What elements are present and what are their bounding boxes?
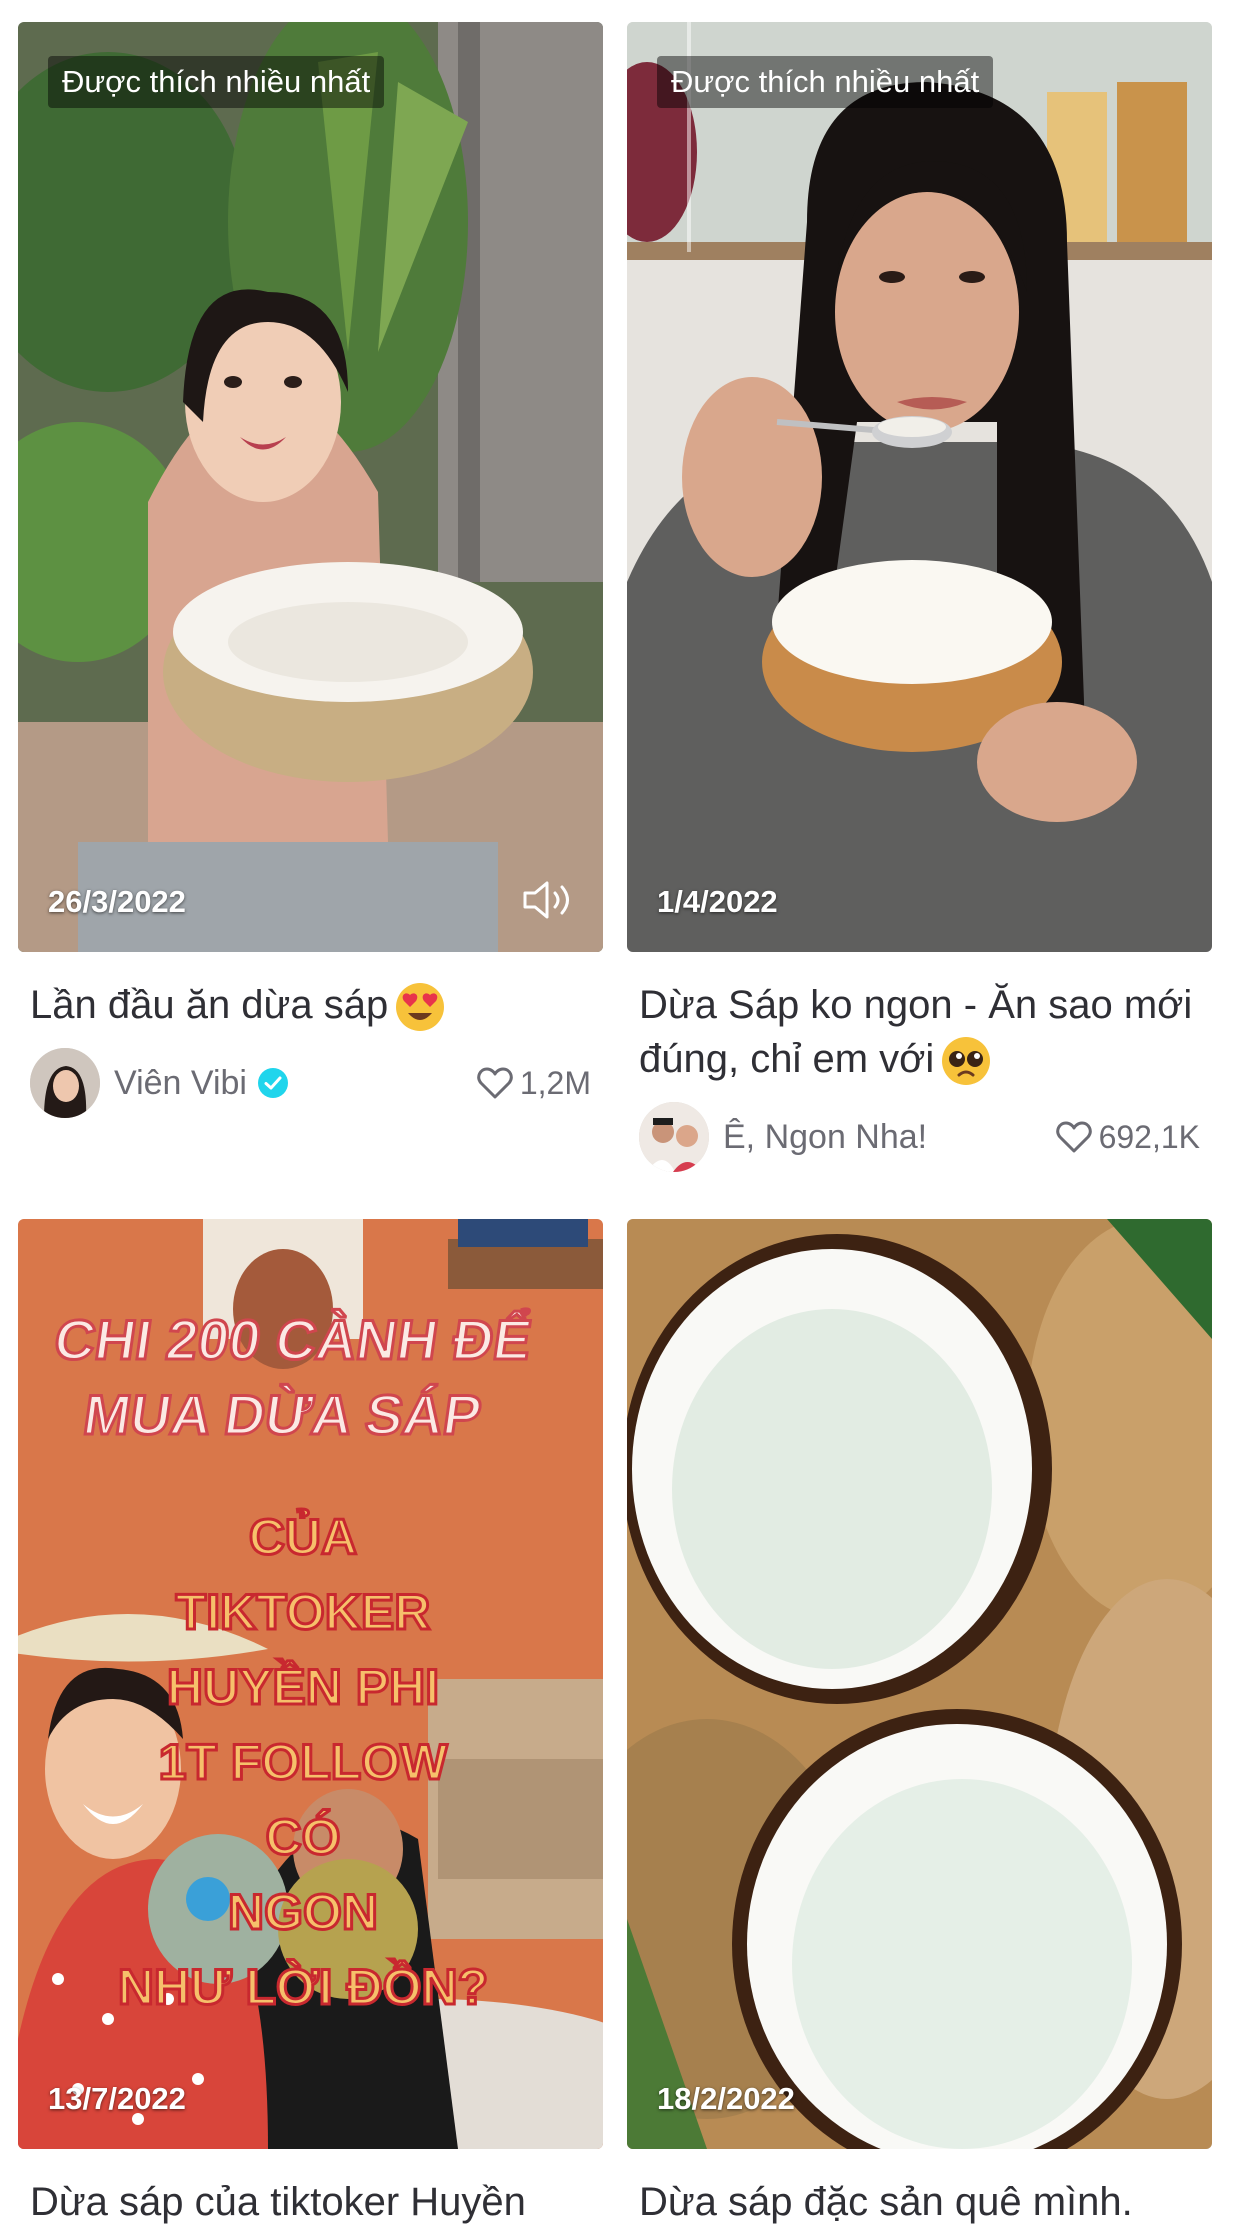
heart-icon xyxy=(477,1067,513,1099)
avatar[interactable] xyxy=(30,1048,100,1119)
video-grid: Được thích nhiều nhất 26/3/2022 Lần đầu … xyxy=(0,0,1236,2224)
pleading-face-emoji-icon xyxy=(942,1037,991,1086)
video-thumbnail-image xyxy=(627,22,1212,952)
svg-text:CỦA: CỦA xyxy=(249,1508,357,1565)
video-date: 1/4/2022 xyxy=(657,884,778,919)
video-date: 13/7/2022 xyxy=(48,2081,186,2116)
author-name[interactable]: Ê, Ngon Nha! xyxy=(723,1118,927,1157)
like-count: 692,1K xyxy=(1055,1119,1200,1156)
video-caption[interactable]: Dừa sáp của tiktoker Huyền xyxy=(30,2175,591,2229)
video-thumbnail-image xyxy=(627,1219,1212,2149)
video-date: 26/3/2022 xyxy=(48,884,186,919)
heart-eyes-emoji-icon xyxy=(396,983,445,1032)
avatar-image xyxy=(639,1102,709,1173)
heart-icon xyxy=(1055,1121,1092,1153)
author-name[interactable]: Viên Vibi xyxy=(114,1064,289,1103)
svg-text:NGON: NGON xyxy=(228,1884,378,1940)
video-thumbnail[interactable]: 18/2/2022 xyxy=(627,1219,1212,2149)
svg-text:HUYỀN PHI: HUYỀN PHI xyxy=(167,1659,439,1715)
like-count-text: 1,2M xyxy=(519,1064,591,1101)
video-thumbnail-image xyxy=(18,22,603,952)
like-count-text: 692,1K xyxy=(1098,1118,1200,1155)
video-card[interactable]: Được thích nhiều nhất 1/4/2022 Dừa Sáp k… xyxy=(627,22,1212,1173)
speaker-icon[interactable] xyxy=(521,878,577,922)
video-thumbnail-image: CHI 200 CÀNH ĐỂ MUA DỪA SÁP CỦA TIKTOKER… xyxy=(18,1219,603,2149)
video-meta: Viên Vibi 1,2M xyxy=(30,1047,591,1119)
video-caption[interactable]: Dừa Sáp ko ngon - Ăn sao mới đúng, chỉ e… xyxy=(639,978,1200,1087)
video-card[interactable]: Được thích nhiều nhất 26/3/2022 Lần đầu … xyxy=(18,22,603,1119)
author-name-text: Viên Vibi xyxy=(114,1063,247,1102)
svg-text:1T FOLLOW: 1T FOLLOW xyxy=(159,1734,449,1790)
video-card[interactable]: 18/2/2022 Dừa sáp đặc sản quê mình. xyxy=(627,1219,1212,2229)
video-thumbnail[interactable]: Được thích nhiều nhất 1/4/2022 xyxy=(627,22,1212,952)
most-liked-badge: Được thích nhiều nhất xyxy=(48,56,385,108)
video-caption[interactable]: Lần đầu ăn dừa sáp xyxy=(30,978,591,1033)
video-date: 18/2/2022 xyxy=(657,2081,795,2116)
avatar[interactable] xyxy=(639,1102,709,1173)
video-thumbnail[interactable]: CHI 200 CÀNH ĐỂ MUA DỪA SÁP CỦA TIKTOKER… xyxy=(18,1219,603,2149)
svg-text:MUA DỪA SÁP: MUA DỪA SÁP xyxy=(80,1383,486,1446)
video-thumbnail[interactable]: Được thích nhiều nhất 26/3/2022 xyxy=(18,22,603,952)
caption-text: Lần đầu ăn dừa sáp xyxy=(30,983,389,1027)
like-count: 1,2M xyxy=(476,1065,591,1102)
video-card[interactable]: CHI 200 CÀNH ĐỂ MUA DỪA SÁP CỦA TIKTOKER… xyxy=(18,1219,603,2229)
caption-text: Dừa Sáp ko ngon - Ăn sao mới đúng, chỉ e… xyxy=(639,983,1193,1081)
svg-text:NHƯ LỜI ĐỒN?: NHƯ LỜI ĐỒN? xyxy=(118,1959,488,2015)
video-meta: Ê, Ngon Nha! 692,1K xyxy=(639,1101,1200,1173)
svg-text:CHI 200 CÀNH ĐỂ: CHI 200 CÀNH ĐỂ xyxy=(51,1308,536,1371)
svg-text:CÓ: CÓ xyxy=(266,1809,341,1865)
avatar-image xyxy=(30,1048,100,1119)
most-liked-badge: Được thích nhiều nhất xyxy=(657,56,994,108)
video-caption[interactable]: Dừa sáp đặc sản quê mình. xyxy=(639,2175,1200,2229)
svg-text:TIKTOKER: TIKTOKER xyxy=(176,1584,431,1640)
author-name-text: Ê, Ngon Nha! xyxy=(723,1117,928,1156)
verified-badge-icon xyxy=(257,1068,288,1099)
